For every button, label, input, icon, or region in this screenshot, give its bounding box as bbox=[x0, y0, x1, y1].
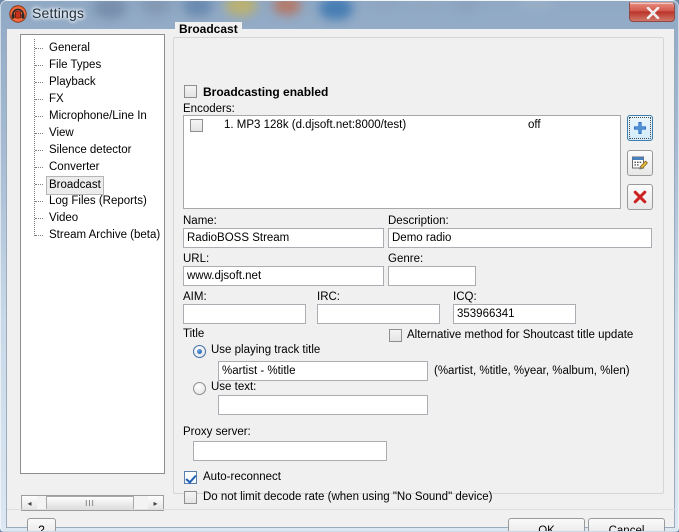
description-label: Description: bbox=[388, 215, 449, 227]
add-encoder-button[interactable] bbox=[627, 115, 653, 141]
broadcast-group-title: Broadcast bbox=[175, 22, 242, 36]
proxy-server-label: Proxy server: bbox=[183, 426, 251, 438]
irc-input[interactable] bbox=[317, 304, 440, 324]
sidebar-item-stream-archive[interactable]: Stream Archive (beta) bbox=[21, 227, 164, 244]
plus-icon bbox=[632, 120, 648, 136]
tree-item-label: Converter bbox=[47, 159, 102, 176]
edit-encoder-button[interactable] bbox=[627, 150, 653, 176]
edit-pencil-icon bbox=[631, 154, 649, 172]
sidebar-item-video[interactable]: Video bbox=[21, 210, 164, 227]
close-icon bbox=[646, 7, 660, 19]
alt-shoutcast-method-label: Alternative method for Shoutcast title u… bbox=[407, 329, 633, 341]
tree-item-label: Log Files (Reports) bbox=[47, 193, 149, 210]
track-title-pattern-input[interactable] bbox=[218, 361, 428, 381]
scroll-left-arrow-icon[interactable]: ◂ bbox=[22, 496, 37, 510]
genre-input[interactable] bbox=[388, 266, 476, 286]
encoder-enabled-checkbox[interactable] bbox=[190, 119, 203, 132]
auto-reconnect-checkbox[interactable] bbox=[184, 471, 197, 484]
aim-label: AIM: bbox=[183, 291, 207, 303]
scrollbar-grip: III bbox=[85, 499, 95, 508]
delete-encoder-button[interactable] bbox=[627, 184, 653, 210]
tree-item-label: Silence detector bbox=[47, 142, 133, 159]
window-title: Settings bbox=[32, 5, 84, 21]
genre-label: Genre: bbox=[388, 253, 423, 265]
sidebar-item-silence-detector[interactable]: Silence detector bbox=[21, 142, 164, 159]
proxy-server-input[interactable] bbox=[193, 441, 387, 461]
sidebar-item-view[interactable]: View bbox=[21, 125, 164, 142]
sidebar-item-converter[interactable]: Converter bbox=[21, 159, 164, 176]
headphones-icon bbox=[9, 5, 27, 23]
tree-item-label: General bbox=[47, 40, 92, 57]
no-limit-decode-checkbox[interactable] bbox=[184, 491, 197, 504]
settings-window: Settings General File Types Playback FX bbox=[0, 0, 679, 532]
tree-item-label: Playback bbox=[47, 74, 98, 91]
title-section-label: Title bbox=[183, 328, 204, 340]
encoders-list[interactable]: 1. MP3 128k (d.djsoft.net:8000/test) off bbox=[183, 115, 621, 209]
encoder-status: off bbox=[528, 116, 541, 134]
scrollbar-track[interactable]: III bbox=[37, 496, 148, 510]
settings-category-tree[interactable]: General File Types Playback FX Microphon… bbox=[20, 34, 165, 474]
window-titlebar[interactable]: Settings bbox=[1, 1, 679, 29]
tree-item-label: Stream Archive (beta) bbox=[47, 227, 162, 244]
red-x-icon bbox=[632, 189, 648, 205]
use-text-radio[interactable] bbox=[193, 382, 206, 395]
sidebar-item-log-files[interactable]: Log Files (Reports) bbox=[21, 193, 164, 210]
tree-item-label: File Types bbox=[47, 57, 103, 74]
titlebar-glass-blur bbox=[1, 1, 679, 29]
name-input[interactable] bbox=[183, 228, 384, 248]
cancel-button[interactable]: Cancel bbox=[588, 518, 665, 532]
pattern-hint-label: (%artist, %title, %year, %album, %len) bbox=[434, 365, 630, 377]
icq-input[interactable] bbox=[453, 304, 576, 324]
use-text-label: Use text: bbox=[211, 381, 256, 393]
scroll-right-arrow-icon[interactable]: ▸ bbox=[148, 496, 163, 510]
tree-item-label: FX bbox=[47, 91, 66, 108]
sidebar-item-microphone-line-in[interactable]: Microphone/Line In bbox=[21, 108, 164, 125]
use-playing-track-label: Use playing track title bbox=[211, 344, 320, 356]
broadcasting-enabled-checkbox[interactable] bbox=[184, 85, 197, 98]
no-limit-decode-label: Do not limit decode rate (when using "No… bbox=[203, 491, 492, 503]
name-label: Name: bbox=[183, 215, 217, 227]
sidebar-item-file-types[interactable]: File Types bbox=[21, 57, 164, 74]
tree-root: General File Types Playback FX Microphon… bbox=[21, 35, 164, 244]
sidebar-item-playback[interactable]: Playback bbox=[21, 74, 164, 91]
encoders-label: Encoders: bbox=[183, 103, 235, 115]
tree-item-label: Video bbox=[47, 210, 80, 227]
tree-item-label: Microphone/Line In bbox=[47, 108, 149, 125]
dialog-client-area: General File Types Playback FX Microphon… bbox=[6, 29, 675, 528]
footer-separator bbox=[7, 509, 676, 510]
tree-item-label: View bbox=[47, 125, 76, 142]
use-playing-track-radio[interactable] bbox=[193, 345, 206, 358]
sidebar-item-fx[interactable]: FX bbox=[21, 91, 164, 108]
alt-shoutcast-method-checkbox[interactable] bbox=[389, 329, 402, 342]
sidebar-item-general[interactable]: General bbox=[21, 40, 164, 57]
scrollbar-thumb[interactable]: III bbox=[46, 496, 134, 510]
ok-button[interactable]: OK bbox=[508, 518, 585, 532]
icq-label: ICQ: bbox=[453, 291, 477, 303]
encoder-name: 1. MP3 128k (d.djsoft.net:8000/test) bbox=[224, 116, 406, 134]
url-input[interactable] bbox=[183, 266, 384, 286]
irc-label: IRC: bbox=[317, 291, 340, 303]
help-button[interactable]: ? bbox=[27, 518, 56, 532]
auto-reconnect-label: Auto-reconnect bbox=[203, 471, 281, 483]
aim-input[interactable] bbox=[183, 304, 306, 324]
broadcasting-enabled-label: Broadcasting enabled bbox=[203, 85, 328, 99]
custom-title-text-input[interactable] bbox=[218, 395, 428, 415]
description-input[interactable] bbox=[388, 228, 652, 248]
encoder-row[interactable]: 1. MP3 128k (d.djsoft.net:8000/test) off bbox=[184, 116, 620, 134]
url-label: URL: bbox=[183, 253, 209, 265]
sidebar-item-broadcast[interactable]: Broadcast bbox=[21, 176, 164, 193]
close-button[interactable] bbox=[629, 2, 675, 22]
